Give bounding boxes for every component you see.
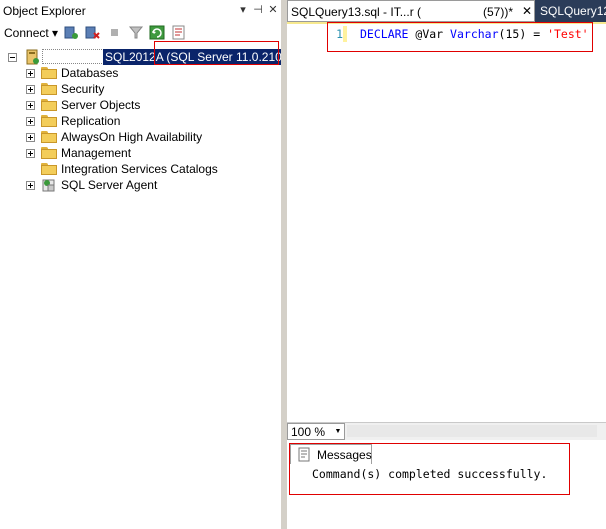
expand-toggle-icon[interactable] [26,101,35,110]
tree-item-label: Management [61,146,132,160]
tree-item-label: AlwaysOn High Availability [61,130,203,144]
tree-item-label: Server Objects [61,98,141,112]
expand-toggle-icon[interactable] [26,133,35,142]
zoom-value: 100 % [291,425,326,439]
tree-item-label: Replication [61,114,121,128]
filter-icon[interactable] [128,25,144,40]
sql-agent-icon [42,179,55,192]
stop-icon[interactable] [107,25,123,40]
object-explorer-titlebar: Object Explorer ▾ ⊣ ✕ [0,0,281,22]
tab-label-suffix: (57))* [483,5,514,19]
annotation-highlight-box [289,443,570,495]
tab-sqlquery12[interactable]: SQLQuery12. [537,0,606,22]
object-explorer-details-icon[interactable] [171,25,187,40]
connect-server-icon[interactable] [63,25,79,40]
expand-toggle-icon[interactable] [26,181,35,190]
tree-item-label: Integration Services Catalogs [61,162,218,176]
tree-item-label: Databases [61,66,119,80]
expand-toggle-icon[interactable] [26,85,35,94]
server-name-redacted [42,49,104,64]
expand-toggle-icon[interactable] [26,149,35,158]
tree-item[interactable]: Databases [0,65,281,81]
tree-item[interactable]: Server Objects [0,97,281,113]
tree-item[interactable]: Replication [0,113,281,129]
database-server-icon [26,49,39,65]
expand-toggle-icon[interactable] [26,117,35,126]
tab-label: SQLQuery13.sql - IT...r ( [291,5,422,19]
folder-icon [41,83,57,95]
folder-icon [41,163,57,175]
refresh-icon[interactable] [149,25,165,40]
query-editor[interactable] [287,22,606,424]
connect-button[interactable]: Connect ▾ [4,26,58,40]
window-position-dropdown-icon[interactable]: ▾ [236,3,250,17]
close-icon[interactable]: ✕ [266,3,280,17]
auto-hide-pin-icon[interactable]: ⊣ [251,3,265,17]
zoom-select[interactable]: 100 % ▼ [287,423,345,440]
horizontal-scrollbar[interactable] [347,425,597,437]
disconnect-icon[interactable] [84,25,100,40]
tree-item[interactable]: Management [0,145,281,161]
tree-item[interactable]: SQL Server Agent [0,177,281,193]
folder-icon [41,67,57,79]
tree-item[interactable]: Integration Services Catalogs [0,161,281,177]
document-tabs: SQLQuery13.sql - IT...r ( (57))* ✕ SQLQu… [287,0,606,22]
tree-item[interactable]: Security [0,81,281,97]
chevron-down-icon[interactable]: ▼ [333,425,343,438]
folder-icon [41,99,57,111]
tab-label: SQLQuery12. [540,4,606,18]
editor-status-bar: 100 % ▼ [287,422,606,441]
close-tab-icon[interactable]: ✕ [522,4,532,18]
annotation-highlight-box [327,22,593,52]
tree-item-label: SQL Server Agent [61,178,158,192]
tab-sqlquery13[interactable]: SQLQuery13.sql - IT...r ( (57))* ✕ [287,0,535,22]
folder-icon [41,147,57,159]
tree-item-label: Security [61,82,105,96]
annotation-highlight-box [154,41,279,65]
collapse-toggle-icon[interactable] [8,53,17,62]
expand-toggle-icon[interactable] [26,69,35,78]
folder-icon [41,115,57,127]
folder-icon [41,131,57,143]
object-explorer-title: Object Explorer [3,4,86,18]
object-explorer-panel: Object Explorer ▾ ⊣ ✕ Connect ▾ SQL2012A… [0,0,298,529]
tree-item[interactable]: AlwaysOn High Availability [0,129,281,145]
